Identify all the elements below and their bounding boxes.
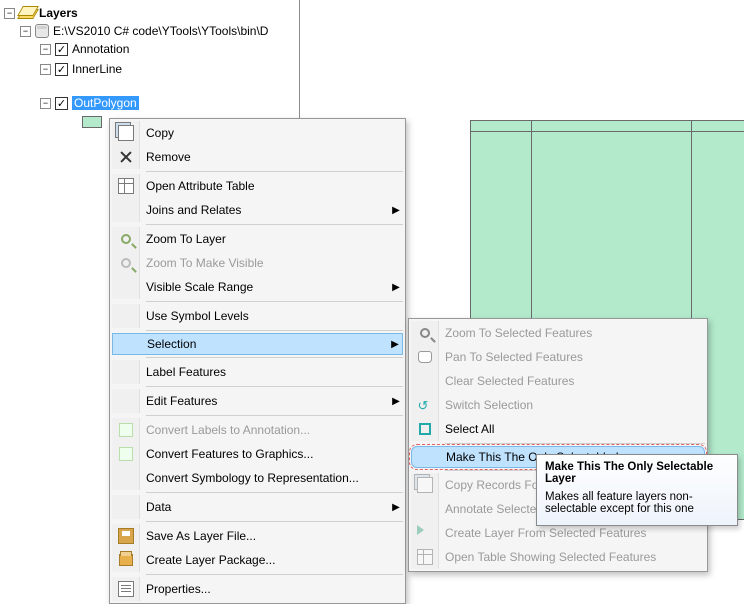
mi-open-attribute-table[interactable]: Open Attribute Table bbox=[112, 174, 403, 198]
database-icon bbox=[35, 24, 49, 38]
mi-use-symbol-levels[interactable]: Use Symbol Levels bbox=[112, 304, 403, 328]
tooltip-title: Make This The Only Selectable Layer bbox=[545, 461, 729, 485]
submenu-arrow-icon: ▶ bbox=[389, 282, 403, 293]
save-icon bbox=[118, 528, 134, 544]
mi-zoom-to-layer[interactable]: Zoom To Layer bbox=[112, 227, 403, 251]
mi-convert-features[interactable]: Convert Features to Graphics... bbox=[112, 442, 403, 466]
zoom-icon bbox=[121, 258, 131, 268]
layers-icon bbox=[19, 6, 35, 20]
properties-icon bbox=[118, 581, 134, 597]
tooltip: Make This The Only Selectable Layer Make… bbox=[536, 454, 738, 526]
mi-data[interactable]: Data▶ bbox=[112, 495, 403, 519]
layer-context-menu: Copy Remove Open Attribute Table Joins a… bbox=[109, 118, 406, 604]
menu-separator bbox=[146, 224, 403, 225]
expander-db[interactable]: − bbox=[20, 26, 31, 37]
menu-separator bbox=[146, 330, 403, 331]
expander-annotation[interactable]: − bbox=[40, 44, 51, 55]
mi-selection[interactable]: Selection▶ bbox=[112, 333, 403, 355]
mi-copy[interactable]: Copy bbox=[112, 121, 403, 145]
mi-convert-labels: Convert Labels to Annotation... bbox=[112, 418, 403, 442]
expander-innerline[interactable]: − bbox=[40, 64, 51, 75]
checkbox-annotation[interactable]: ✓ bbox=[55, 43, 68, 56]
submenu-arrow-icon: ▶ bbox=[389, 396, 403, 407]
mi-save-as-layer-file[interactable]: Save As Layer File... bbox=[112, 524, 403, 548]
db-path[interactable]: E:\VS2010 C# code\YTools\YTools\bin\D bbox=[53, 24, 268, 38]
selection-submenu: Zoom To Selected Features Pan To Selecte… bbox=[408, 318, 708, 572]
table-icon bbox=[417, 549, 433, 565]
table-icon bbox=[118, 178, 134, 194]
mi-create-layer-package[interactable]: Create Layer Package... bbox=[112, 548, 403, 572]
pan-icon bbox=[418, 351, 432, 363]
submenu-arrow-icon: ▶ bbox=[389, 502, 403, 513]
tooltip-body: Makes all feature layers non-selectable … bbox=[545, 491, 729, 515]
menu-separator bbox=[146, 574, 403, 575]
mi-joins-relates[interactable]: Joins and Relates▶ bbox=[112, 198, 403, 222]
mi-pan-selected: Pan To Selected Features bbox=[411, 345, 705, 369]
menu-separator bbox=[146, 492, 403, 493]
mi-switch-selection: Switch Selection bbox=[411, 393, 705, 417]
expander-outpolygon[interactable]: − bbox=[40, 98, 51, 109]
menu-separator bbox=[146, 415, 403, 416]
mi-visible-scale-range[interactable]: Visible Scale Range▶ bbox=[112, 275, 403, 299]
symbol-swatch-outpolygon[interactable] bbox=[82, 116, 102, 128]
mi-zoom-selected: Zoom To Selected Features bbox=[411, 321, 705, 345]
mi-select-all[interactable]: Select All bbox=[411, 417, 705, 441]
mi-properties[interactable]: Properties... bbox=[112, 577, 403, 601]
convert-icon bbox=[119, 447, 133, 461]
convert-icon bbox=[119, 423, 133, 437]
mi-zoom-to-visible: Zoom To Make Visible bbox=[112, 251, 403, 275]
mi-edit-features[interactable]: Edit Features▶ bbox=[112, 389, 403, 413]
layer-innerline[interactable]: InnerLine bbox=[72, 62, 122, 76]
layer-outpolygon[interactable]: OutPolygon bbox=[72, 96, 139, 110]
layers-root-label[interactable]: Layers bbox=[39, 6, 78, 20]
switch-icon bbox=[418, 398, 432, 412]
menu-separator bbox=[146, 357, 403, 358]
mi-convert-symbology[interactable]: Convert Symbology to Representation... bbox=[112, 466, 403, 490]
remove-icon bbox=[118, 149, 134, 165]
menu-separator bbox=[146, 301, 403, 302]
checkbox-outpolygon[interactable]: ✓ bbox=[55, 97, 68, 110]
zoom-icon bbox=[121, 234, 131, 244]
menu-separator bbox=[146, 386, 403, 387]
mi-clear-selected: Clear Selected Features bbox=[411, 369, 705, 393]
layer-annotation[interactable]: Annotation bbox=[72, 42, 129, 56]
submenu-arrow-icon: ▶ bbox=[388, 339, 402, 350]
zoom-selected-icon bbox=[420, 328, 430, 338]
copy-icon bbox=[118, 125, 134, 141]
expander-layers[interactable]: − bbox=[4, 8, 15, 19]
checkbox-innerline[interactable]: ✓ bbox=[55, 63, 68, 76]
mi-open-table-selected: Open Table Showing Selected Features bbox=[411, 545, 705, 569]
menu-separator bbox=[445, 443, 705, 444]
copy-icon bbox=[417, 477, 433, 493]
select-all-icon bbox=[419, 423, 431, 435]
package-icon bbox=[119, 554, 133, 566]
submenu-arrow-icon: ▶ bbox=[389, 205, 403, 216]
menu-separator bbox=[146, 171, 403, 172]
menu-separator bbox=[146, 521, 403, 522]
mi-label-features[interactable]: Label Features bbox=[112, 360, 403, 384]
create-layer-icon bbox=[417, 525, 433, 541]
mi-remove[interactable]: Remove bbox=[112, 145, 403, 169]
